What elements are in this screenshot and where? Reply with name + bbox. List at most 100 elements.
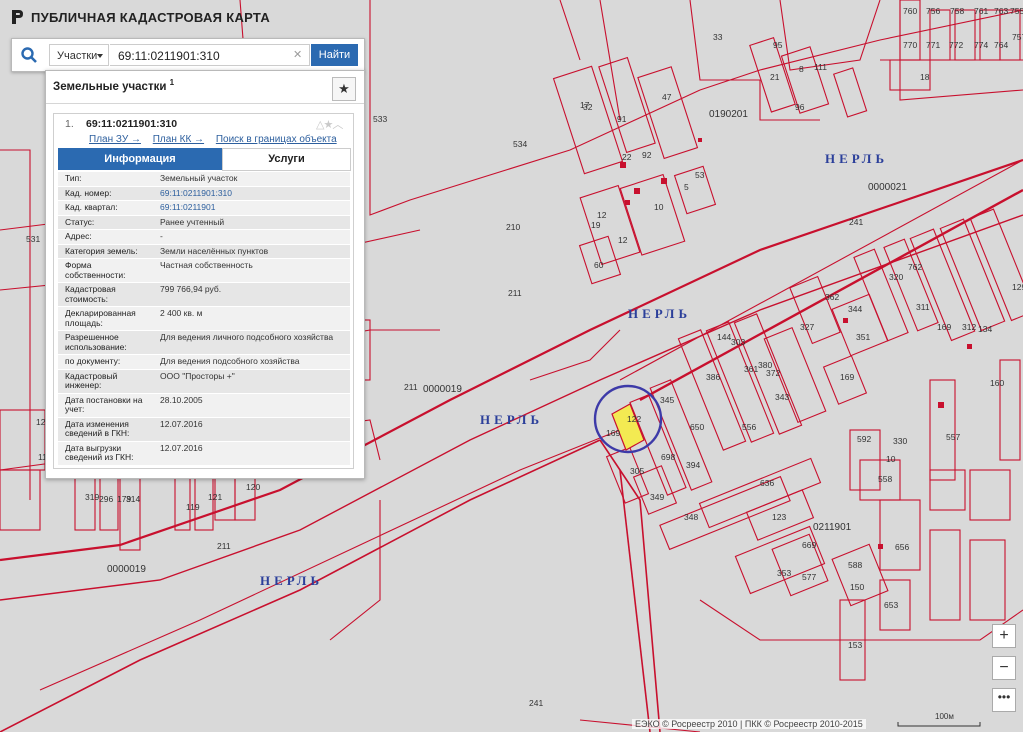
attribute-value: 28.10.2005	[160, 394, 203, 405]
parcel-label: 533	[373, 114, 387, 124]
parcel-label: 92	[642, 150, 652, 160]
parcel-label: 150	[850, 582, 864, 592]
search-bar: Участки 69:11:0211901:310 ✕ Найти	[11, 38, 365, 72]
results-panel: Земельные участки 1 ★ 1. 69:11:0211901:3…	[45, 70, 365, 479]
parcel-label: 556	[742, 422, 756, 432]
zoom-in-button[interactable]: +	[992, 624, 1016, 648]
parcel-label: 755	[1010, 6, 1023, 16]
attribute-value: 799 766,94 руб.	[160, 284, 222, 294]
logo-icon	[12, 10, 23, 24]
attribute-key: Кадастровый инженер:	[65, 370, 118, 390]
attribute-row: Статус: Ранее учтенный	[58, 215, 350, 230]
parcel-label: 120	[246, 482, 260, 492]
attribute-value: Для ведения личного подсобного хозяйства	[160, 332, 334, 342]
parcel-label: 311	[916, 302, 930, 312]
attribute-row: Тип: Земельный участок	[58, 172, 350, 187]
attribute-key: Кад. номер:	[65, 187, 112, 198]
parcel-label: 91	[617, 114, 627, 124]
attribute-value[interactable]: 69:11:0211901	[154, 201, 350, 215]
attribute-row: Кадастровый инженер: ООО "Просторы +"	[58, 369, 350, 394]
parcel-label: 345	[660, 395, 674, 405]
parcel-label: 349	[650, 492, 664, 502]
parcel-label: 96	[795, 102, 805, 112]
parcel-label: 211	[404, 382, 418, 392]
parcel-label: 22	[622, 152, 632, 162]
parcel-label: 327	[800, 322, 814, 332]
star-icon[interactable]: ★	[323, 119, 333, 131]
attribute-value: ООО "Просторы +"	[160, 370, 235, 381]
parcel-label: 134	[978, 324, 992, 334]
river-label: НЕРЛЬ	[628, 306, 691, 321]
divider	[46, 103, 364, 104]
parcel-label: 771	[926, 40, 940, 50]
more-options-button[interactable]: •••	[992, 688, 1016, 712]
parcel-label: 19	[591, 220, 601, 230]
attribute-value: Ранее учтенный	[160, 216, 225, 227]
layer-select[interactable]: Участки	[49, 44, 109, 66]
attribute-value: 12.07.2016	[160, 418, 203, 429]
attribute-row: Разрешенное использование: Для ведения ли…	[58, 331, 350, 355]
clear-icon[interactable]: ✕	[293, 48, 302, 61]
item-action-icons[interactable]: △★︿	[316, 116, 343, 132]
parcel-label: 241	[529, 698, 543, 708]
parcel-label: 10	[886, 454, 896, 464]
parcel-label: 210	[506, 222, 520, 232]
parcel-label: 531	[26, 234, 40, 244]
panel-title: Земельные участки 1	[53, 78, 174, 93]
parcel-label: 111	[814, 62, 827, 72]
parcel-label: 169	[937, 322, 951, 332]
search-icon[interactable]	[20, 46, 38, 64]
parcel-label: 33	[713, 32, 723, 42]
attribute-row: Кадастровая стоимость: 799 766,94 руб.	[58, 283, 350, 307]
attribute-row: по документу: Для ведения подсобного хозя…	[58, 355, 350, 370]
parcel-label: 361	[744, 364, 758, 374]
chevron-up-icon[interactable]: ︿	[332, 119, 343, 131]
parcel-label: 330	[893, 436, 907, 446]
parcel-label: 756	[926, 6, 940, 16]
plan-kk-link[interactable]: План КК →	[153, 134, 204, 145]
attribute-key: по документу:	[65, 356, 121, 366]
attribute-row: Форма собственности: Частная собственност…	[58, 259, 350, 283]
parcel-label: 588	[848, 560, 862, 570]
parcel-label: 211	[217, 541, 231, 551]
parcel-label: 362	[825, 292, 839, 302]
attribute-value: Для ведения подсобного хозяйства	[160, 356, 300, 366]
zoom-out-button[interactable]: −	[992, 656, 1016, 680]
find-button[interactable]: Найти	[311, 44, 358, 66]
river-label: НЕРЛЬ	[260, 573, 323, 588]
search-input[interactable]: 69:11:0211901:310	[110, 44, 310, 66]
attribute-value[interactable]: 69:11:0211901:310	[154, 187, 350, 201]
parcel-label: 764	[994, 40, 1008, 50]
parcel-label: 344	[848, 304, 862, 314]
parcel-label: 153	[848, 640, 862, 650]
parcel-label: 32	[583, 102, 593, 112]
attribute-key: Категория земель:	[65, 245, 138, 256]
attribute-value: -	[160, 231, 163, 241]
parcel-label: 320	[889, 272, 903, 282]
chevron-down-icon	[97, 54, 103, 58]
plan-zu-link[interactable]: План ЗУ →	[89, 134, 141, 145]
item-cadastral-number[interactable]: 69:11:0211901:310	[86, 118, 177, 130]
attribute-row: Дата изменения сведений в ГКН: 12.07.2016	[58, 417, 350, 442]
parcel-label: 60	[594, 260, 604, 270]
attribute-value: Земельный участок	[160, 173, 238, 183]
tab-services[interactable]: Услуги	[222, 148, 351, 171]
attribute-key: Кадастровая стоимость:	[65, 284, 116, 304]
attribute-value: Частная собственность	[160, 260, 253, 270]
parcel-label: 758	[950, 6, 964, 16]
parcel-label: 12	[597, 210, 607, 220]
parcel-label: 119	[186, 502, 200, 512]
quarter-label: 0000019	[423, 384, 462, 395]
result-count: 1	[169, 78, 175, 87]
tab-information[interactable]: Информация	[58, 148, 222, 170]
parcel-label: 47	[662, 92, 672, 102]
parcel-label: 774	[974, 40, 988, 50]
attribute-key: Статус:	[65, 216, 95, 227]
attribution: ЕЭКО © Росреестр 2010 | ПКК © Росреестр …	[632, 719, 866, 729]
parcel-label: 772	[949, 40, 963, 50]
parcel-label: 305	[630, 466, 644, 476]
parcel-label: 348	[684, 512, 698, 522]
parcel-label: 669	[802, 540, 816, 550]
favorite-star-button[interactable]: ★	[332, 77, 356, 101]
parcel-label: 95	[773, 40, 783, 50]
